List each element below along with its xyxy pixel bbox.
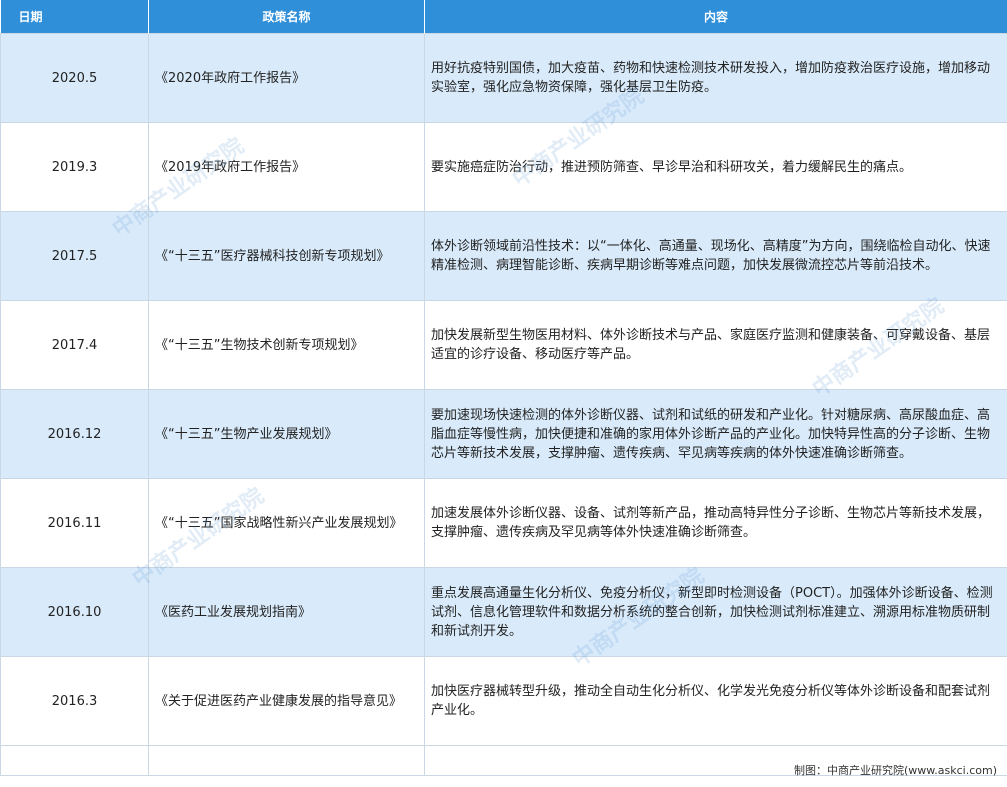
row-date: 2019.3: [0, 122, 149, 212]
row-date: 2017.5: [0, 211, 149, 301]
table-row: 2017.5 《“十三五”医疗器械科技创新专项规划》 体外诊断领域前沿性技术：以…: [0, 211, 1007, 301]
row-content: 加速发展体外诊断仪器、设备、试剂等新产品，推动高特异性分子诊断、生物芯片等新技术…: [424, 478, 1007, 568]
table-row: 2016.12 《“十三五”生物产业发展规划》 要加速现场快速检测的体外诊断仪器…: [0, 389, 1007, 479]
row-date: 2017.4: [0, 300, 149, 390]
table-header-row: 日期 政策名称 内容: [0, 0, 1007, 34]
row-content: 加快发展新型生物医用材料、体外诊断技术与产品、家庭医疗监测和健康装备、可穿戴设备…: [424, 300, 1007, 390]
empty-cell: [148, 745, 425, 776]
row-content: 重点发展高通量生化分析仪、免疫分析仪，新型即时检测设备（POCT）。加强体外诊断…: [424, 567, 1007, 657]
header-date: 日期: [0, 0, 149, 34]
footer-credit: 制图：中商产业研究院(www.askci.com): [794, 764, 997, 777]
row-policy-name: 《“十三五”医疗器械科技创新专项规划》: [148, 211, 425, 301]
row-date: 2016.3: [0, 656, 149, 746]
row-policy-name: 《“十三五”国家战略性新兴产业发展规划》: [148, 478, 425, 568]
table-row: 2016.10 《医药工业发展规划指南》 重点发展高通量生化分析仪、免疫分析仪，…: [0, 567, 1007, 657]
row-date: 2020.5: [0, 33, 149, 123]
row-date: 2016.11: [0, 478, 149, 568]
policy-table: 日期 政策名称 内容 2020.5 《2020年政府工作报告》 用好抗疫特别国债…: [0, 0, 1007, 776]
table-row: 2016.3 《关于促进医药产业健康发展的指导意见》 加快医疗器械转型升级，推动…: [0, 656, 1007, 746]
table-row: 2017.4 《“十三五”生物技术创新专项规划》 加快发展新型生物医用材料、体外…: [0, 300, 1007, 390]
row-content: 体外诊断领域前沿性技术：以“一体化、高通量、现场化、高精度”为方向，围绕临检自动…: [424, 211, 1007, 301]
row-policy-name: 《关于促进医药产业健康发展的指导意见》: [148, 656, 425, 746]
table-row: 2016.11 《“十三五”国家战略性新兴产业发展规划》 加速发展体外诊断仪器、…: [0, 478, 1007, 568]
row-content: 要加速现场快速检测的体外诊断仪器、试剂和试纸的研发和产业化。针对糖尿病、高尿酸血…: [424, 389, 1007, 479]
row-policy-name: 《“十三五”生物技术创新专项规划》: [148, 300, 425, 390]
empty-cell: [0, 745, 149, 776]
row-policy-name: 《“十三五”生物产业发展规划》: [148, 389, 425, 479]
row-policy-name: 《医药工业发展规划指南》: [148, 567, 425, 657]
row-content: 用好抗疫特别国债，加大疫苗、药物和快速检测技术研发投入，增加防疫救治医疗设施，增…: [424, 33, 1007, 123]
row-content: 要实施癌症防治行动，推进预防筛查、早诊早治和科研攻关，着力缓解民生的痛点。: [424, 122, 1007, 212]
table-row: 2019.3 《2019年政府工作报告》 要实施癌症防治行动，推进预防筛查、早诊…: [0, 122, 1007, 212]
header-policy-name: 政策名称: [148, 0, 425, 34]
table-row: 2020.5 《2020年政府工作报告》 用好抗疫特别国债，加大疫苗、药物和快速…: [0, 33, 1007, 123]
row-content: 加快医疗器械转型升级，推动全自动生化分析仪、化学发光免疫分析仪等体外诊断设备和配…: [424, 656, 1007, 746]
header-content: 内容: [424, 0, 1007, 34]
row-policy-name: 《2019年政府工作报告》: [148, 122, 425, 212]
row-policy-name: 《2020年政府工作报告》: [148, 33, 425, 123]
row-date: 2016.12: [0, 389, 149, 479]
row-date: 2016.10: [0, 567, 149, 657]
